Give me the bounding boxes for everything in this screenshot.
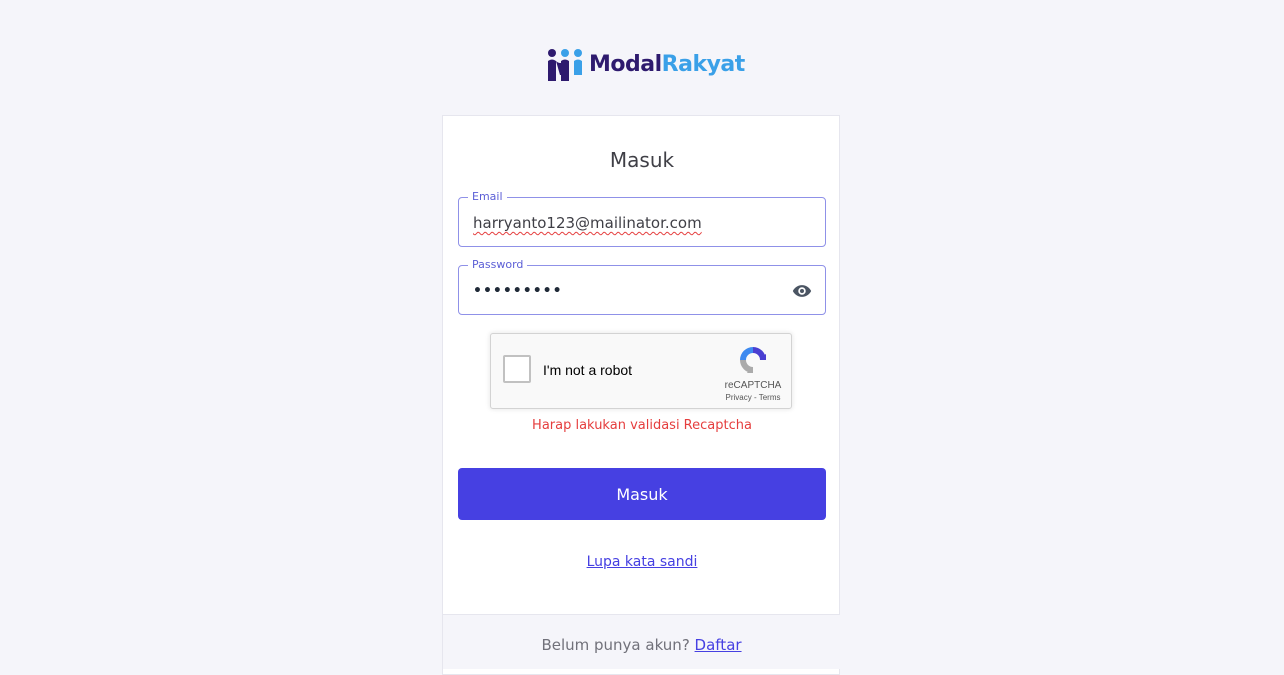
recaptcha-privacy-link[interactable]: Privacy — [726, 393, 752, 402]
recaptcha-terms-link[interactable]: Terms — [759, 393, 781, 402]
eye-icon[interactable] — [792, 281, 812, 301]
modalrakyat-logo-icon — [548, 49, 582, 81]
brand-logo: ModalRakyat — [546, 47, 745, 83]
recaptcha-link-separator: - — [751, 393, 759, 402]
password-input[interactable]: ••••••••• — [473, 280, 563, 302]
footer-text: Belum punya akun? Daftar — [443, 636, 840, 654]
email-field[interactable]: Email harryanto123@mailinator.com — [458, 190, 826, 247]
forgot-password-link[interactable]: Lupa kata sandi — [587, 554, 698, 570]
brand-name: ModalRakyat — [589, 47, 745, 83]
login-submit-button[interactable]: Masuk — [458, 468, 826, 520]
recaptcha-brand-text: reCAPTCHA — [724, 380, 782, 391]
password-field[interactable]: Password ••••••••• — [458, 258, 826, 315]
forgot-password-container: Lupa kata sandi — [442, 554, 842, 570]
card-footer: Belum punya akun? Daftar — [443, 614, 840, 669]
brand-name-part1: Modal — [589, 52, 662, 77]
recaptcha-links: Privacy - Terms — [709, 393, 797, 402]
recaptcha-widget: I'm not a robot reCAPTCHA Privacy - Term… — [490, 333, 792, 409]
recaptcha-checkbox[interactable] — [503, 355, 531, 383]
email-label: Email — [468, 190, 507, 204]
recaptcha-label: I'm not a robot — [543, 362, 633, 378]
recaptcha-error-message: Harap lakukan validasi Recaptcha — [532, 418, 752, 433]
register-prompt: Belum punya akun? — [541, 636, 695, 654]
brand-name-part2: Rakyat — [661, 52, 746, 77]
recaptcha-icon — [740, 347, 766, 373]
register-link[interactable]: Daftar — [695, 636, 742, 654]
email-input[interactable]: harryanto123@mailinator.com — [473, 213, 702, 233]
page-title: Masuk — [609, 148, 675, 172]
password-label: Password — [468, 258, 528, 272]
